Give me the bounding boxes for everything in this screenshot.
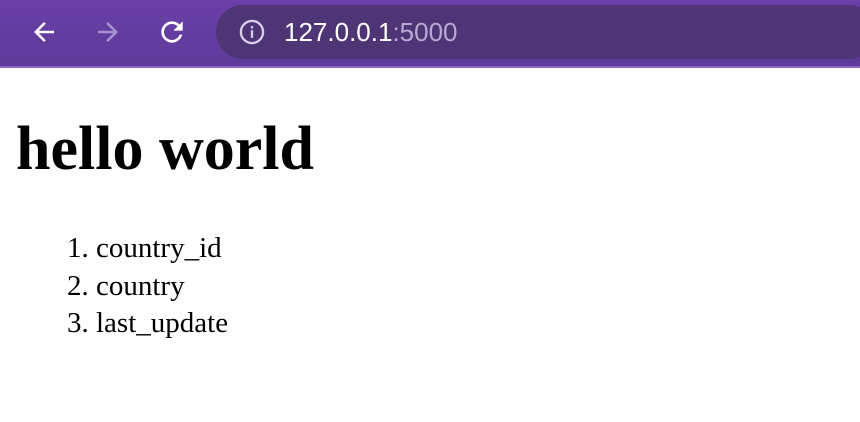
- browser-toolbar: 127.0.0.1:5000: [0, 0, 860, 68]
- back-button[interactable]: [26, 14, 62, 50]
- page-heading: hello world: [16, 115, 314, 183]
- url-host: 127.0.0.1: [284, 17, 393, 47]
- list-item: country_id: [96, 230, 228, 268]
- url-port: :5000: [392, 17, 458, 47]
- reload-icon: [161, 21, 183, 43]
- arrow-left-icon: [34, 22, 54, 42]
- page-content: hello world country_id country last_upda…: [0, 70, 860, 422]
- reload-button[interactable]: [154, 14, 190, 50]
- column-list: country_id country last_update: [96, 230, 228, 343]
- url-text[interactable]: 127.0.0.1:5000: [284, 17, 458, 47]
- list-item: last_update: [96, 305, 228, 343]
- arrow-right-icon: [98, 22, 118, 42]
- address-bar[interactable]: 127.0.0.1:5000: [216, 5, 860, 59]
- info-circle-icon: [239, 19, 265, 45]
- site-info-button[interactable]: [238, 18, 266, 46]
- forward-button[interactable]: [90, 14, 126, 50]
- list-item: country: [96, 268, 228, 306]
